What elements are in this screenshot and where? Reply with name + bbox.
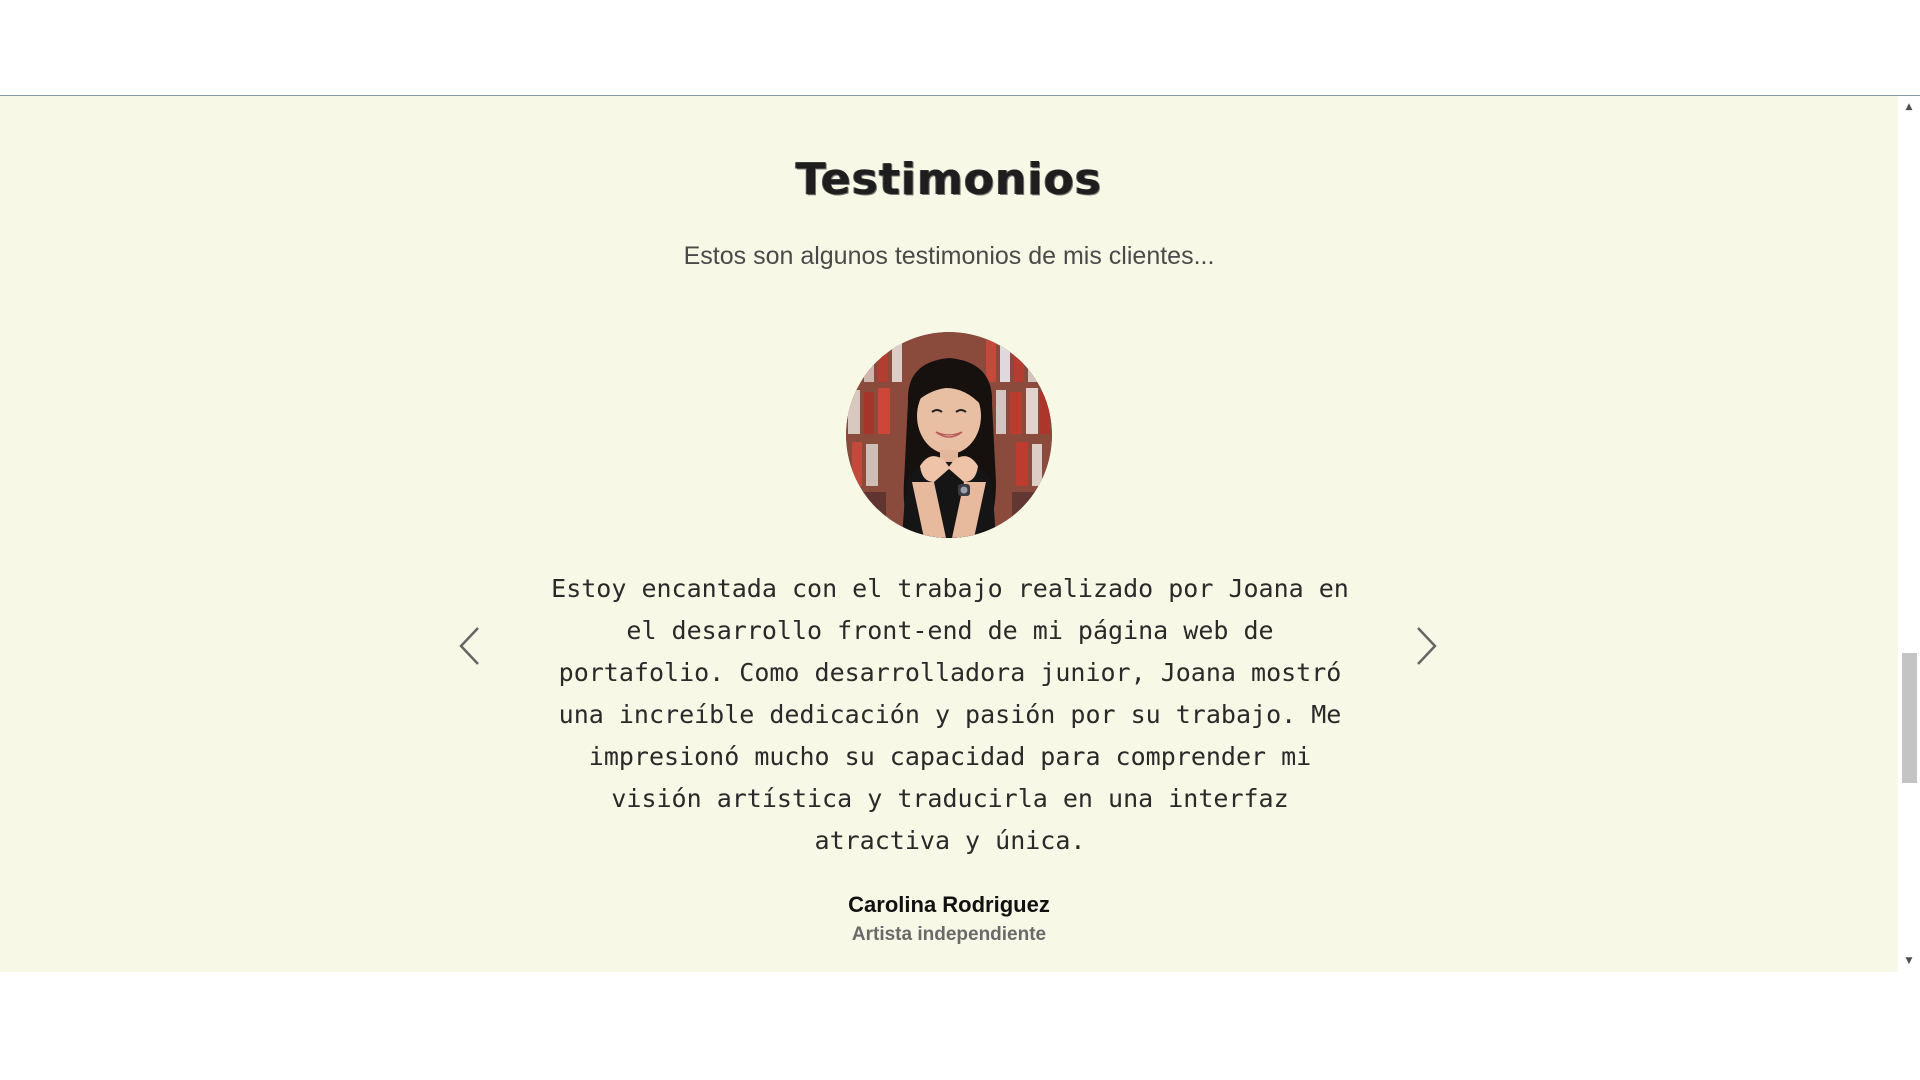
top-blank-area [0,0,1920,96]
vertical-scrollbar[interactable]: ▲ ▼ [1898,96,1920,972]
bottom-blank-area [0,972,1920,1080]
scroll-thumb[interactable] [1902,653,1917,783]
client-photo [846,332,1052,538]
chevron-left-icon [459,627,479,665]
testimonial-quote: Estoy encantada con el trabajo realizado… [551,574,1349,855]
scroll-up-arrow-icon[interactable]: ▲ [1898,98,1920,116]
testimonial-author-name: Carolina Rodriguez [848,892,1050,917]
section-title: Testimonios [795,154,1103,205]
section-subtitle: Estos son algunos testimonios de mis cli… [683,242,1215,270]
prev-testimonial-button[interactable] [450,616,490,676]
chevron-right-icon [1417,627,1437,665]
testimonial-author-role: Artista independiente [851,924,1047,945]
testimonials-section: Testimonios Estos son algunos testimonio… [0,96,1898,972]
client-avatar [846,332,1052,538]
next-testimonial-button[interactable] [1406,616,1446,676]
scroll-down-arrow-icon[interactable]: ▼ [1898,952,1920,970]
